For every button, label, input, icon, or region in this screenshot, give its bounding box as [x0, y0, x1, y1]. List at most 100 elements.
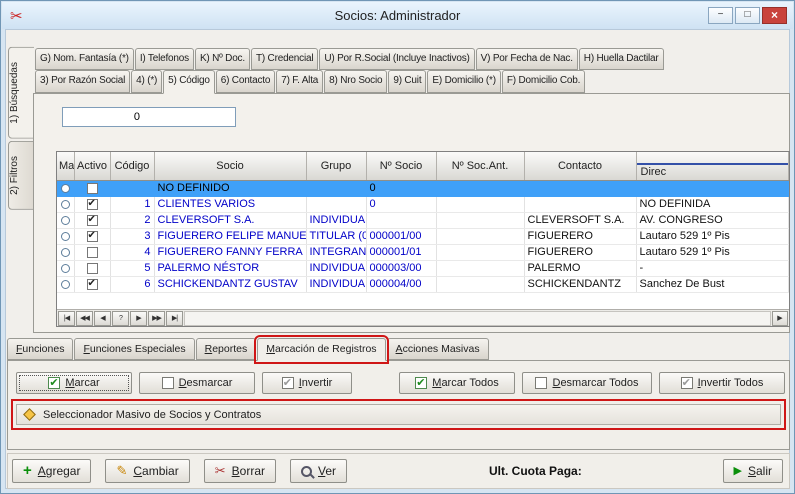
tab-codigo[interactable]: 5) Código	[163, 70, 215, 94]
invertir-todos-button[interactable]: Invertir Todos	[659, 372, 785, 394]
cell-contacto: PALERMO	[524, 260, 636, 276]
desmarcar-button[interactable]: Desmarcar	[139, 372, 255, 394]
header-socio[interactable]: Socio	[154, 152, 306, 180]
tab-huella-dactilar[interactable]: H) Huella Dactilar	[579, 48, 664, 70]
tab-por-rsocial[interactable]: U) Por R.Social (Incluye Inactivos)	[319, 48, 474, 70]
cell-direccion	[636, 180, 789, 196]
table-row[interactable]: 5 PALERMO NÉSTOR INDIVIDUAL 000003/00 PA…	[57, 260, 789, 276]
cell-grupo	[306, 196, 366, 212]
cambiar-button[interactable]: ✎ Cambiar	[105, 459, 189, 483]
header-codigo[interactable]: Código	[110, 152, 154, 180]
header-activo[interactable]: Activo	[74, 152, 110, 180]
plus-icon: +	[23, 465, 32, 477]
ult-cuota-paga-label: Ult. Cuota Paga:	[489, 464, 582, 478]
row-activo-checkbox[interactable]	[87, 279, 98, 290]
nav-last-button[interactable]: ▶|	[166, 311, 183, 326]
marcar-button[interactable]: Marcar	[16, 372, 132, 394]
row-marker-radio[interactable]	[61, 216, 70, 225]
tab-domicilio-cob[interactable]: F) Domicilio Cob.	[502, 70, 585, 93]
nav-next-button[interactable]: ▶	[130, 311, 147, 326]
row-activo-checkbox[interactable]	[87, 215, 98, 226]
agregar-button[interactable]: + Agregar	[12, 459, 91, 483]
table-row[interactable]: NO DEFINIDO 0	[57, 180, 789, 196]
row-activo-checkbox[interactable]	[87, 247, 98, 258]
tab-4[interactable]: 4) (*)	[131, 70, 162, 93]
scissors-app-icon: ✂	[10, 7, 23, 25]
maximize-button[interactable]: □	[735, 7, 760, 24]
row-marker-radio[interactable]	[61, 184, 70, 193]
magnifier-icon	[301, 466, 312, 477]
seleccionador-masivo-button[interactable]: Seleccionador Masivo de Socios y Contrat…	[16, 404, 781, 425]
codigo-search-input[interactable]	[62, 107, 236, 127]
tab-telefonos[interactable]: I) Telefonos	[135, 48, 194, 70]
nav-search-button[interactable]: ?	[112, 311, 129, 326]
row-activo-checkbox[interactable]	[87, 199, 98, 210]
table-row[interactable]: 3 FIGUERERO FELIPE MANUE TITULAR (0) 000…	[57, 228, 789, 244]
cell-nro-soc-ant	[436, 228, 524, 244]
cell-direccion: NO DEFINIDA	[636, 196, 789, 212]
tab-nro-doc[interactable]: K) Nº Doc.	[195, 48, 250, 70]
cell-nro-socio	[366, 212, 436, 228]
row-marker-radio[interactable]	[61, 248, 70, 257]
cell-socio: SCHICKENDANTZ GUSTAV	[154, 276, 306, 292]
checkbox-checked-icon	[415, 377, 427, 389]
borrar-button[interactable]: ✂ Borrar	[204, 459, 276, 483]
scroll-right-arrow[interactable]: ▶	[772, 311, 788, 326]
checkbox-checked-icon	[48, 377, 60, 389]
header-ma[interactable]: Ma	[57, 152, 74, 180]
table-row[interactable]: 2 CLEVERSOFT S.A. INDIVIDUAL CLEVERSOFT …	[57, 212, 789, 228]
tab-por-razon-social[interactable]: 3) Por Razón Social	[35, 70, 130, 93]
tab-funciones[interactable]: Funciones	[7, 338, 73, 360]
row-marker-radio[interactable]	[61, 200, 70, 209]
cell-socio: FIGUERERO FANNY FERRA	[154, 244, 306, 260]
tab-f-alta[interactable]: 7) F. Alta	[276, 70, 323, 93]
cell-nro-soc-ant	[436, 276, 524, 292]
tab-reportes[interactable]: Reportes	[196, 338, 257, 360]
tab-contacto[interactable]: 6) Contacto	[216, 70, 276, 93]
invertir-button[interactable]: Invertir	[262, 372, 352, 394]
tab-marcacion-de-registros[interactable]: Marcación de Registros	[257, 338, 385, 361]
table-row[interactable]: 6 SCHICKENDANTZ GUSTAV INDIVIDUAL 000004…	[57, 276, 789, 292]
cell-direccion: -	[636, 260, 789, 276]
tab-domicilio[interactable]: E) Domicilio (*)	[427, 70, 500, 93]
tab-acciones-masivas[interactable]: Acciones Masivas	[387, 338, 489, 360]
desmarcar-todos-button[interactable]: Desmarcar Todos	[522, 372, 652, 394]
nav-first-button[interactable]: |◀	[58, 311, 75, 326]
table-row[interactable]: 1 CLIENTES VARIOS 0 NO DEFINIDA	[57, 196, 789, 212]
ver-button[interactable]: Ver	[290, 459, 347, 483]
cell-grupo	[306, 180, 366, 196]
cell-nro-soc-ant	[436, 180, 524, 196]
tab-cuit[interactable]: 9) Cuit	[388, 70, 426, 93]
tab-credencial[interactable]: T) Credencial	[251, 48, 318, 70]
marcar-todos-button[interactable]: Marcar Todos	[399, 372, 515, 394]
tab-por-fecha-nac[interactable]: V) Por Fecha de Nac.	[476, 48, 578, 70]
header-grupo[interactable]: Grupo	[306, 152, 366, 180]
side-tab-busquedas[interactable]: 1) Búsquedas	[8, 47, 34, 139]
header-direccion[interactable]: Direc	[636, 152, 789, 180]
salir-button[interactable]: ▶ Salir	[723, 459, 784, 483]
side-tab-filtros[interactable]: 2) Filtros	[8, 141, 34, 210]
tab-nro-socio[interactable]: 8) Nro Socio	[324, 70, 387, 93]
tab-funciones-especiales[interactable]: Funciones Especiales	[74, 338, 194, 360]
seleccionador-label: Seleccionador Masivo de Socios y Contrat…	[43, 409, 261, 421]
header-nro-socio[interactable]: Nº Socio	[366, 152, 436, 180]
row-marker-radio[interactable]	[61, 264, 70, 273]
header-contacto[interactable]: Contacto	[524, 152, 636, 180]
horizontal-scrollbar-track[interactable]	[184, 311, 771, 326]
nav-prior-button[interactable]: ◀	[94, 311, 111, 326]
minimize-button[interactable]: −	[708, 7, 733, 24]
row-activo-checkbox[interactable]	[87, 183, 98, 194]
search-page: Ma Activo Código Socio Grupo Nº Socio Nº…	[33, 93, 790, 333]
table-row[interactable]: 4 FIGUERERO FANNY FERRA INTEGRANT 000001…	[57, 244, 789, 260]
pencil-icon: ✎	[116, 465, 127, 477]
nav-next-page-button[interactable]: ▶▶	[148, 311, 165, 326]
row-activo-checkbox[interactable]	[87, 263, 98, 274]
tab-nom-fantasia[interactable]: G) Nom. Fantasía (*)	[35, 48, 134, 70]
row-marker-radio[interactable]	[61, 232, 70, 241]
row-activo-checkbox[interactable]	[87, 231, 98, 242]
close-button[interactable]: ×	[762, 7, 787, 24]
nav-prior-page-button[interactable]: ◀◀	[76, 311, 93, 326]
header-nro-soc-ant[interactable]: Nº Soc.Ant.	[436, 152, 524, 180]
checkbox-gray-icon	[681, 377, 693, 389]
row-marker-radio[interactable]	[61, 280, 70, 289]
